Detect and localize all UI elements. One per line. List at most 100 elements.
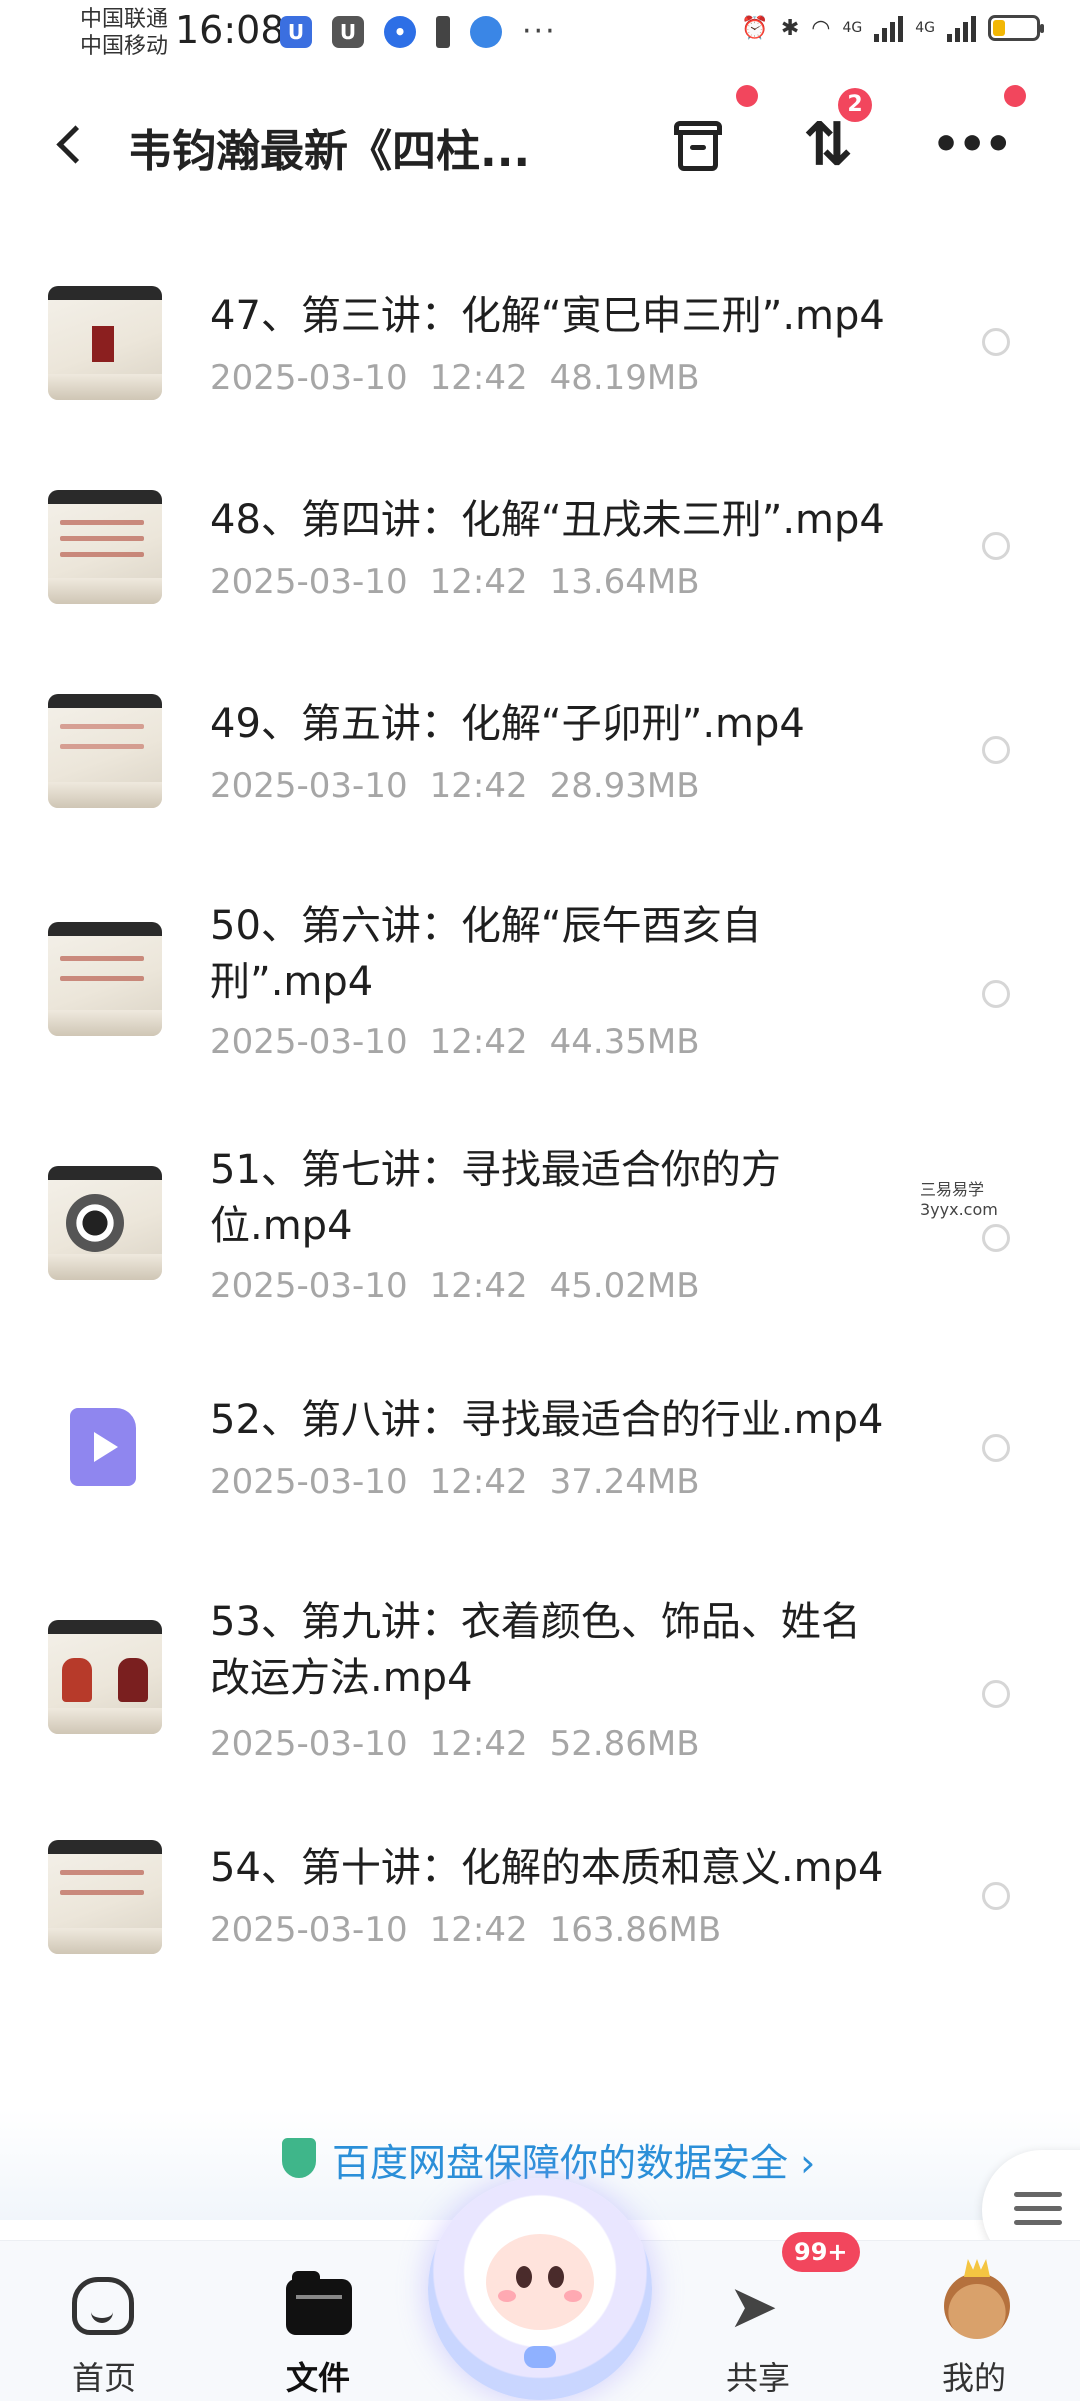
file-date: 2025-03-10 bbox=[210, 562, 408, 602]
file-date: 2025-03-10 bbox=[210, 1724, 408, 1764]
file-meta: 2025-03-10 12:42 52.86MB bbox=[210, 1724, 722, 1764]
list-item[interactable]: 54、第十讲：化解的本质和意义.mp4 2025-03-10 12:42 163.8… bbox=[0, 1840, 1080, 2010]
file-size: 163.86MB bbox=[549, 1910, 722, 1950]
file-size: 44.35MB bbox=[549, 1022, 700, 1062]
cloud-logo-icon bbox=[524, 2346, 556, 2368]
list-item[interactable]: 52、第八讲：寻找最适合的行业.mp4 2025-03-10 12:42 37.24… bbox=[0, 1366, 1080, 1536]
shield-icon bbox=[282, 2138, 316, 2178]
status-bar: 中国联通 中国移动 16:08 U U • ··· ⏰ ✱ ◠ 4G 4G bbox=[0, 0, 1080, 70]
watermark-line-2: 3yyx.com bbox=[920, 1200, 998, 1219]
file-meta: 2025-03-10 12:42 45.02MB bbox=[210, 1266, 722, 1306]
signal-bars-2-icon bbox=[947, 14, 976, 42]
globe-icon bbox=[470, 15, 502, 48]
video-file-icon bbox=[70, 1408, 136, 1486]
paper-plane-icon: ➤ bbox=[728, 2272, 779, 2342]
select-checkbox[interactable] bbox=[982, 1224, 1010, 1252]
back-button[interactable] bbox=[50, 115, 90, 175]
tab-home[interactable]: 首页 bbox=[34, 2261, 174, 2397]
file-date: 2025-03-10 bbox=[210, 1910, 408, 1950]
sort-button[interactable]: ⇅ bbox=[796, 113, 860, 177]
carrier-2: 中国移动 bbox=[80, 34, 169, 59]
menu-icon bbox=[1014, 2192, 1062, 2197]
mascot-assistant-button[interactable] bbox=[428, 2178, 652, 2400]
file-size: 37.24MB bbox=[549, 1462, 700, 1502]
list-item[interactable]: 49、第五讲：化解“子卯刑”.mp4 2025-03-10 12:42 28.93M… bbox=[0, 658, 1080, 828]
bluetooth-icon: ✱ bbox=[780, 15, 800, 41]
battery-icon bbox=[988, 15, 1044, 41]
file-date: 2025-03-10 bbox=[210, 358, 408, 398]
file-name: 48、第四讲：化解“丑戌未三刑”.mp4 bbox=[210, 497, 885, 543]
sort-arrows-icon: ⇅ bbox=[802, 110, 854, 180]
security-banner-link[interactable]: 百度网盘保障你的数据安全 › bbox=[332, 2132, 815, 2187]
file-time: 12:42 bbox=[429, 1022, 528, 1062]
file-date: 2025-03-10 bbox=[210, 1462, 408, 1502]
file-meta: 2025-03-10 12:42 28.93MB bbox=[210, 766, 722, 806]
page-title: 韦钧瀚最新《四柱... bbox=[128, 126, 531, 177]
select-checkbox[interactable] bbox=[982, 328, 1010, 356]
select-checkbox[interactable] bbox=[982, 1680, 1010, 1708]
avatar bbox=[944, 2273, 1010, 2339]
file-time: 12:42 bbox=[429, 1910, 528, 1950]
file-name: 49、第五讲：化解“子卯刑”.mp4 bbox=[210, 701, 805, 747]
list-item[interactable]: 50、第六讲：化解“辰午酉亥自刑”.mp4 2025-03-10 12:42 44.… bbox=[0, 862, 1080, 1082]
more-dots-icon: ••• bbox=[932, 119, 1012, 170]
baidu-paw-icon: • bbox=[384, 15, 416, 48]
more-notifications-icon: ··· bbox=[522, 14, 557, 49]
file-time: 12:42 bbox=[429, 1462, 528, 1502]
file-meta: 2025-03-10 12:42 163.86MB bbox=[210, 1910, 743, 1950]
tab-share-label: 共享 bbox=[725, 2359, 790, 2397]
folder-icon bbox=[286, 2271, 352, 2335]
status-clock: 16:08 bbox=[175, 8, 285, 52]
alarm-icon: ⏰ bbox=[741, 15, 769, 41]
file-size: 45.02MB bbox=[549, 1266, 700, 1306]
list-item[interactable]: 53、第九讲：衣着颜色、饰品、姓名改运方法.mp4 2025-03-10 12:4… bbox=[0, 1578, 1080, 1798]
select-checkbox[interactable] bbox=[982, 980, 1010, 1008]
top-header: 韦钧瀚最新《四柱... ⇅ ••• bbox=[0, 85, 1080, 205]
list-item[interactable]: 51、第七讲：寻找最适合你的方位.mp4 2025-03-10 12:42 45.0… bbox=[0, 1106, 1080, 1326]
video-thumbnail bbox=[48, 286, 162, 400]
video-thumbnail bbox=[48, 1620, 162, 1734]
signal-type-2: 4G bbox=[915, 20, 935, 36]
file-time: 12:42 bbox=[429, 1724, 528, 1764]
list-item[interactable]: 47、第三讲：化解“寅巳申三刑”.mp4 2025-03-10 12:42 48.1… bbox=[0, 250, 1080, 420]
signal-type-1: 4G bbox=[842, 20, 863, 36]
tab-home-label: 首页 bbox=[71, 2359, 136, 2397]
carrier-info: 中国联通 中国移动 bbox=[80, 6, 168, 60]
share-badge: 99+ bbox=[782, 2232, 860, 2272]
tab-share[interactable]: ➤ 共享 bbox=[688, 2261, 828, 2397]
file-meta: 2025-03-10 12:42 13.64MB bbox=[210, 562, 722, 602]
file-size: 48.19MB bbox=[549, 358, 700, 398]
system-icons: ⏰ ✱ ◠ 4G 4G bbox=[741, 14, 1044, 42]
tab-mine[interactable]: 我的 bbox=[904, 2261, 1044, 2397]
list-item[interactable]: 48、第四讲：化解“丑戌未三刑”.mp4 2025-03-10 12:42 13.6… bbox=[0, 454, 1080, 624]
notification-icons: U U • ··· bbox=[280, 14, 557, 49]
carrier-1: 中国联通 bbox=[80, 7, 169, 32]
video-thumbnail bbox=[48, 1840, 162, 1954]
file-size: 52.86MB bbox=[549, 1724, 700, 1764]
mascot-face-icon bbox=[486, 2234, 594, 2330]
file-name: 54、第十讲：化解的本质和意义.mp4 bbox=[210, 1845, 884, 1891]
tab-files-label: 文件 bbox=[285, 2359, 350, 2397]
select-checkbox[interactable] bbox=[982, 1882, 1010, 1910]
app-u2-icon: U bbox=[332, 15, 364, 48]
select-checkbox[interactable] bbox=[982, 736, 1010, 764]
archive-red-dot bbox=[736, 85, 758, 107]
more-button[interactable]: ••• bbox=[932, 113, 1012, 177]
video-thumbnail bbox=[48, 490, 162, 604]
file-time: 12:42 bbox=[429, 358, 528, 398]
file-name: 52、第八讲：寻找最适合的行业.mp4 bbox=[210, 1397, 884, 1443]
video-thumbnail bbox=[48, 922, 162, 1036]
file-size: 28.93MB bbox=[549, 766, 700, 806]
home-icon bbox=[72, 2277, 134, 2335]
file-meta: 2025-03-10 12:42 48.19MB bbox=[210, 358, 722, 398]
file-name: 50、第六讲：化解“辰午酉亥自刑”.mp4 bbox=[210, 903, 762, 1005]
file-date: 2025-03-10 bbox=[210, 766, 408, 806]
archive-button[interactable] bbox=[668, 113, 732, 177]
select-checkbox[interactable] bbox=[982, 1434, 1010, 1462]
file-time: 12:42 bbox=[429, 766, 528, 806]
select-checkbox[interactable] bbox=[982, 532, 1010, 560]
tab-files[interactable]: 文件 bbox=[248, 2261, 388, 2397]
file-date: 2025-03-10 bbox=[210, 1022, 408, 1062]
file-name: 51、第七讲：寻找最适合你的方位.mp4 bbox=[210, 1147, 781, 1249]
watermark: 三易易学 3yyx.com bbox=[920, 1180, 998, 1220]
